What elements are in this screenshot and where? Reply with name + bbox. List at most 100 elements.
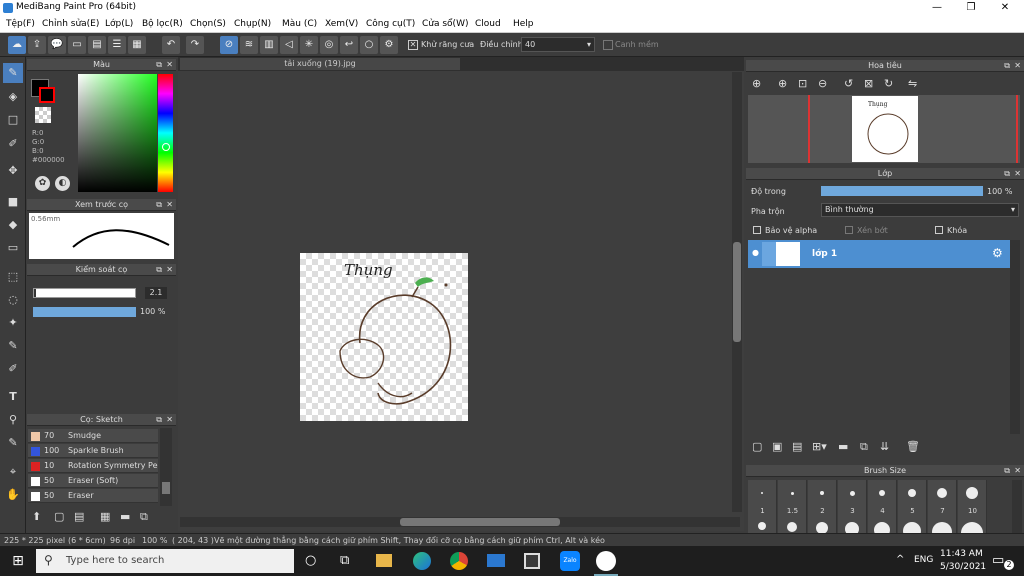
- duplicate-layer-icon[interactable]: ⧉: [860, 440, 868, 454]
- eraser-tool-icon[interactable]: ◈: [3, 87, 23, 107]
- delete-icon[interactable]: 🗑: [906, 440, 920, 453]
- medibang-taskbar-icon[interactable]: [596, 551, 616, 571]
- brush-size-cell[interactable]: 3: [838, 480, 867, 536]
- hue-slider[interactable]: [158, 74, 173, 192]
- chevron-up-icon[interactable]: ^: [896, 554, 904, 565]
- visibility-icon[interactable]: ●: [752, 248, 759, 257]
- file-explorer-icon[interactable]: [376, 554, 392, 567]
- page-icon[interactable]: ▤: [88, 36, 106, 54]
- gradient-tool-icon[interactable]: ▭: [3, 238, 23, 258]
- zoom-out-icon[interactable]: ⊖: [818, 77, 827, 90]
- chrome-icon[interactable]: [450, 552, 468, 570]
- curve-snap-icon[interactable]: ↩: [340, 36, 358, 54]
- layer-scrollbar[interactable]: [1010, 240, 1020, 434]
- close-icon[interactable]: ✕: [1014, 60, 1021, 72]
- color-saturation-picker[interactable]: [78, 74, 157, 192]
- perspective-snap-icon[interactable]: ◁: [280, 36, 298, 54]
- concentric-snap-icon[interactable]: ◎: [320, 36, 338, 54]
- flip-icon[interactable]: ⇋: [908, 77, 917, 90]
- undo-icon[interactable]: ↶: [162, 36, 180, 54]
- popout-icon[interactable]: ⧉: [1004, 465, 1010, 477]
- zalo-icon[interactable]: Zalo: [560, 551, 580, 571]
- new-layer-icon[interactable]: ▢: [752, 440, 762, 453]
- menu-snap[interactable]: Chụp(N): [234, 19, 271, 29]
- grid-icon[interactable]: ▦: [128, 36, 146, 54]
- brush-menu-icon[interactable]: ▤: [74, 510, 84, 523]
- palette-icon[interactable]: ✿: [35, 176, 50, 191]
- windows-start-icon[interactable]: ⊞: [0, 546, 36, 576]
- language-indicator[interactable]: ENG: [914, 555, 933, 565]
- brush-opacity-slider[interactable]: [33, 307, 136, 317]
- divide-tool-icon[interactable]: ✎: [3, 433, 23, 453]
- folder-icon[interactable]: ▬: [838, 440, 848, 453]
- brush-size-cell[interactable]: 10: [958, 480, 987, 544]
- snap-soft-checkbox[interactable]: [603, 40, 613, 50]
- minimize-button[interactable]: —: [920, 0, 954, 16]
- zoom-in-icon[interactable]: ⊕: [752, 77, 761, 90]
- circle-snap-icon[interactable]: ○: [360, 36, 378, 54]
- brush-list-item[interactable]: 50 Eraser: [28, 489, 158, 503]
- lock-checkbox[interactable]: [935, 226, 943, 234]
- folder-icon[interactable]: ▬: [120, 510, 130, 523]
- hue-handle[interactable]: [162, 143, 170, 151]
- add-brush-icon[interactable]: ⬆: [32, 510, 41, 523]
- menu-file[interactable]: Tệp(F): [6, 19, 35, 29]
- grid-snap-icon[interactable]: ▥: [260, 36, 278, 54]
- vertical-scrollbar[interactable]: [732, 72, 742, 512]
- popout-icon[interactable]: ⧉: [156, 264, 162, 276]
- notification-icon[interactable]: ▭: [992, 553, 1004, 568]
- popout-icon[interactable]: ⧉: [1004, 60, 1010, 72]
- layer-opacity-slider[interactable]: [821, 186, 983, 196]
- merge-layer-icon[interactable]: ⇊: [880, 440, 889, 453]
- maximize-button[interactable]: ❐: [954, 0, 988, 16]
- protect-alpha-checkbox[interactable]: [753, 226, 761, 234]
- mail-icon[interactable]: [487, 554, 505, 567]
- horizontal-scrollbar[interactable]: [180, 517, 740, 527]
- text-tool-icon[interactable]: T: [3, 387, 23, 407]
- correction-select[interactable]: 40 ▾: [521, 37, 595, 52]
- menu-window[interactable]: Cửa sổ(W): [422, 19, 468, 29]
- brush-size-cell[interactable]: 7: [928, 480, 957, 542]
- brush-size-cell[interactable]: 4: [868, 480, 897, 538]
- add-layer-menu-icon[interactable]: ⊞▾: [812, 440, 827, 453]
- clock-date[interactable]: 5/30/2021: [940, 562, 986, 572]
- cloud-icon[interactable]: ☁: [8, 36, 26, 54]
- new-brush-icon[interactable]: ▢: [54, 510, 64, 523]
- task-view-icon[interactable]: ⧉: [340, 553, 349, 568]
- brush-size-cell[interactable]: 5: [898, 480, 927, 540]
- brush-list-item[interactable]: 70 Smudge: [28, 429, 158, 443]
- menu-edit[interactable]: Chỉnh sửa(E): [42, 19, 99, 29]
- menu-select[interactable]: Chọn(S): [190, 19, 226, 29]
- close-icon[interactable]: ✕: [166, 199, 173, 211]
- parallel-snap-icon[interactable]: ≋: [240, 36, 258, 54]
- brush-size-value[interactable]: 2.1: [145, 287, 167, 299]
- snap-settings-icon[interactable]: ⚙: [380, 36, 398, 54]
- select-eraser-tool-icon[interactable]: ✐: [3, 359, 23, 379]
- transparent-color-swatch[interactable]: [35, 107, 51, 123]
- select-pen-tool-icon[interactable]: ✎: [3, 336, 23, 356]
- store-icon[interactable]: [524, 553, 540, 569]
- document-tab[interactable]: tải xuống (19).jpg: [180, 58, 460, 70]
- brush-size-cell[interactable]: 2: [808, 480, 837, 534]
- menu-tools[interactable]: Công cụ(T): [366, 19, 415, 29]
- brush-list-item[interactable]: 100 Sparkle Brush: [28, 444, 158, 458]
- brush-tool-icon[interactable]: ✎: [3, 63, 23, 83]
- brush-list-item[interactable]: 10 Rotation Symmetry Pe: [28, 459, 158, 473]
- move-tool-icon[interactable]: ✥: [3, 161, 23, 181]
- chat-icon[interactable]: 💬: [48, 36, 66, 54]
- close-icon[interactable]: ✕: [1014, 465, 1021, 477]
- menu-filter[interactable]: Bộ lọc(R): [142, 19, 183, 29]
- navigator-preview[interactable]: Thụng: [748, 95, 1020, 163]
- color-history-icon[interactable]: ◐: [55, 176, 70, 191]
- cortana-icon[interactable]: ○: [305, 553, 316, 568]
- secondary-color-swatch[interactable]: [39, 87, 55, 103]
- zoom-in-icon[interactable]: ⊕: [778, 77, 787, 90]
- share-icon[interactable]: ⇪: [28, 36, 46, 54]
- popout-icon[interactable]: ⧉: [1004, 168, 1010, 180]
- blend-mode-select[interactable]: Bình thường ▾: [821, 203, 1019, 217]
- fit-icon[interactable]: ⊡: [798, 77, 807, 90]
- clipping-checkbox[interactable]: [845, 226, 853, 234]
- brush-size-slider[interactable]: [33, 288, 136, 298]
- rotate-right-icon[interactable]: ↻: [884, 77, 893, 90]
- snap-off-icon[interactable]: ⊘: [220, 36, 238, 54]
